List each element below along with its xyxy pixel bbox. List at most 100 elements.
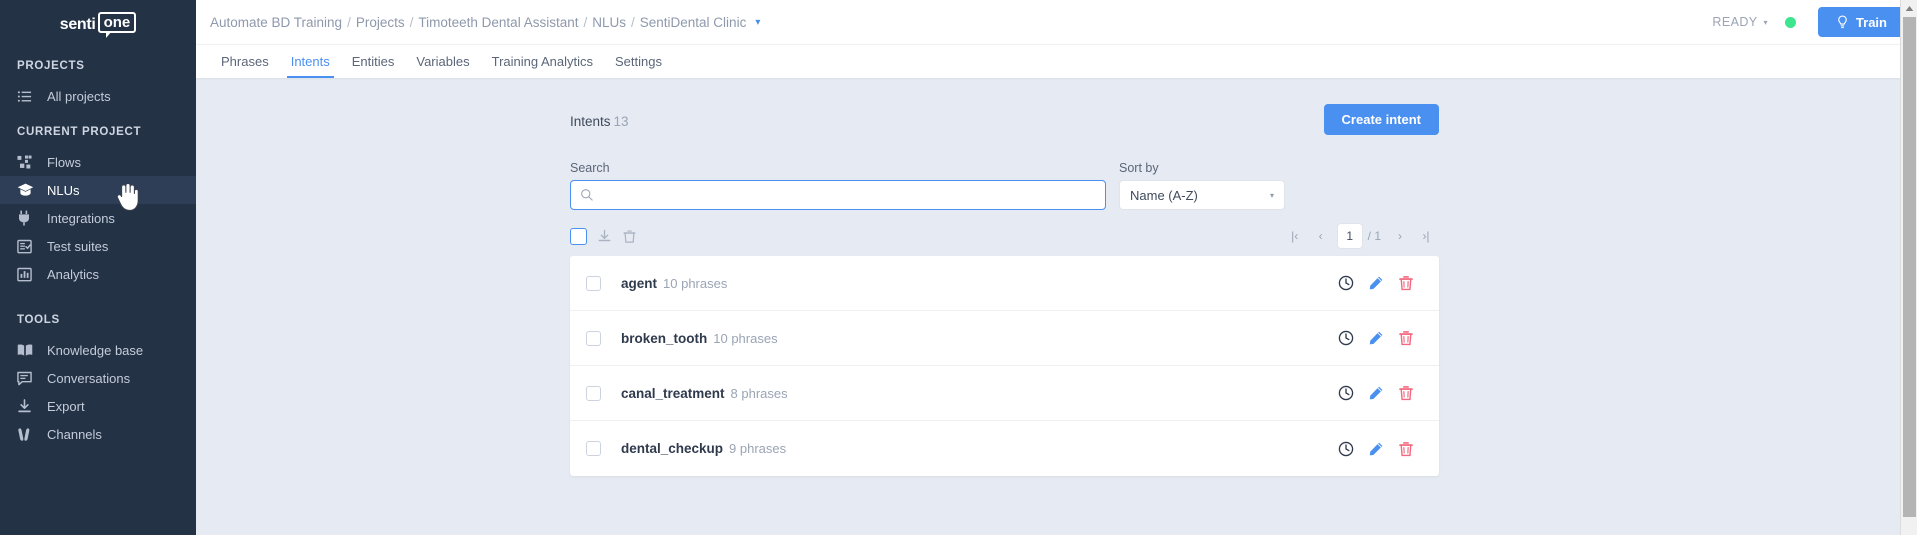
- tab-training-analytics[interactable]: Training Analytics: [481, 45, 604, 78]
- row-actions: [1338, 275, 1414, 291]
- clipboard-check-icon: [17, 237, 39, 255]
- breadcrumb-item[interactable]: SentiDental Clinic: [640, 15, 747, 30]
- sidebar-item-nlus[interactable]: NLUs: [0, 176, 196, 204]
- pencil-icon[interactable]: [1368, 330, 1384, 346]
- sidebar-item-flows[interactable]: Flows: [0, 148, 196, 176]
- bar-chart-icon: [17, 265, 39, 283]
- sidebar-item-channels[interactable]: Channels: [0, 420, 196, 448]
- sidebar-section-title: CURRENT PROJECT: [17, 126, 142, 138]
- sidebar-item-export[interactable]: Export: [0, 392, 196, 420]
- tab-phrases[interactable]: Phrases: [210, 45, 280, 78]
- pagination-first[interactable]: |‹: [1282, 223, 1308, 249]
- search-input[interactable]: [600, 187, 1096, 203]
- intent-phrase-count: 10 phrases: [713, 330, 778, 346]
- pagination-prev[interactable]: ‹: [1308, 223, 1334, 249]
- chevron-down-icon: ▾: [1269, 190, 1274, 200]
- sidebar-item-label: Conversations: [47, 370, 131, 386]
- train-button[interactable]: Train: [1817, 7, 1905, 37]
- sidebar-nav: PROJECTS All projects CURRENT PROJECT Flows…: [0, 58, 196, 448]
- main-area: Automate BD Training / Projects / Timoteeth …: [196, 0, 1917, 535]
- pencil-icon[interactable]: [1368, 275, 1384, 291]
- row-actions: [1338, 330, 1414, 346]
- pencil-icon[interactable]: [1368, 441, 1384, 457]
- sidebar-section-title: TOOLS: [17, 314, 60, 326]
- intent-row[interactable]: broken_tooth 10 phrases: [570, 311, 1439, 366]
- sidebar-item-conversations[interactable]: Conversations: [0, 364, 196, 392]
- chat-icon: [17, 369, 39, 387]
- pagination: |‹ ‹ / 1 › ›|: [1282, 223, 1439, 249]
- sort-label: Sort by: [1119, 161, 1159, 175]
- chevron-down-icon: ▾: [1763, 17, 1768, 27]
- sidebar-item-label: Test suites: [47, 238, 109, 254]
- trash-icon[interactable]: [1398, 385, 1414, 401]
- breadcrumb-item[interactable]: NLUs: [592, 15, 626, 30]
- search-field: Search: [570, 161, 1106, 210]
- trash-icon[interactable]: [1398, 441, 1414, 457]
- app-logo[interactable]: senti one: [0, 0, 196, 44]
- select-all-checkbox[interactable]: [570, 227, 587, 245]
- tab-settings[interactable]: Settings: [604, 45, 673, 78]
- delete-icon[interactable]: [622, 229, 637, 244]
- sort-select[interactable]: Name (A-Z) ▾: [1119, 180, 1285, 210]
- intent-phrase-count: 10 phrases: [663, 275, 728, 291]
- page-scrollbar[interactable]: [1900, 0, 1917, 535]
- row-actions: [1338, 441, 1414, 457]
- top-bar-right: READY ▾ Train: [1712, 7, 1917, 37]
- page-title: Intents 13: [570, 104, 629, 129]
- clock-history-icon[interactable]: [1338, 275, 1354, 291]
- breadcrumb-chevron-down-icon[interactable]: ▾: [755, 17, 760, 28]
- search-icon: [580, 188, 594, 202]
- pagination-total: / 1: [1367, 229, 1381, 243]
- breadcrumb-separator: /: [631, 14, 635, 30]
- search-box[interactable]: [570, 180, 1106, 210]
- logo-text-primary: senti: [59, 15, 96, 33]
- filters-row: Search Sort by Name (A-Z) ▾: [570, 161, 1439, 210]
- breadcrumb-item[interactable]: Timoteeth Dental Assistant: [418, 15, 578, 30]
- panel-header: Intents 13 Create intent: [570, 104, 1439, 152]
- sidebar-item-analytics[interactable]: Analytics: [0, 260, 196, 288]
- pagination-page-input[interactable]: [1336, 223, 1363, 249]
- pagination-next[interactable]: ›: [1387, 223, 1413, 249]
- clock-history-icon[interactable]: [1338, 385, 1354, 401]
- row-checkbox[interactable]: [586, 330, 601, 346]
- intent-row[interactable]: dental_checkup 9 phrases: [570, 421, 1439, 476]
- pencil-icon[interactable]: [1368, 385, 1384, 401]
- book-icon: [17, 341, 39, 359]
- clock-history-icon[interactable]: [1338, 330, 1354, 346]
- tab-intents[interactable]: Intents: [280, 45, 341, 78]
- download-icon[interactable]: [597, 229, 612, 244]
- status-label: READY: [1712, 15, 1758, 29]
- clock-history-icon[interactable]: [1338, 441, 1354, 457]
- sidebar-item-test-suites[interactable]: Test suites: [0, 232, 196, 260]
- status-indicator-dot: [1784, 16, 1796, 28]
- list-toolbar: |‹ ‹ / 1 › ›|: [570, 222, 1439, 250]
- row-checkbox[interactable]: [586, 275, 601, 291]
- sidebar-item-all-projects[interactable]: All projects: [0, 82, 196, 110]
- trash-icon[interactable]: [1398, 275, 1414, 291]
- sidebar-item-knowledge-base[interactable]: Knowledge base: [0, 336, 196, 364]
- search-label: Search: [570, 161, 610, 175]
- create-intent-button[interactable]: Create intent: [1323, 104, 1439, 135]
- intent-row[interactable]: agent 10 phrases: [570, 256, 1439, 311]
- train-button-label: Train: [1855, 14, 1887, 30]
- tab-variables[interactable]: Variables: [405, 45, 480, 78]
- intent-row[interactable]: canal_treatment 8 phrases: [570, 366, 1439, 421]
- tab-entities[interactable]: Entities: [341, 45, 406, 78]
- channels-icon: [17, 425, 39, 443]
- scrollbar-thumb[interactable]: [1903, 17, 1916, 517]
- sidebar-item-label: All projects: [47, 88, 111, 104]
- breadcrumb-item[interactable]: Projects: [356, 15, 405, 30]
- breadcrumb-item[interactable]: Automate BD Training: [210, 15, 342, 30]
- tab-bar: Phrases Intents Entities Variables Training …: [196, 44, 1917, 78]
- row-checkbox[interactable]: [586, 441, 601, 456]
- row-checkbox[interactable]: [586, 385, 601, 401]
- pagination-last[interactable]: ›|: [1413, 223, 1439, 249]
- content-area: Intents 13 Create intent Search Sort by …: [196, 78, 1917, 535]
- breadcrumb-separator: /: [409, 14, 414, 30]
- trash-icon[interactable]: [1398, 330, 1414, 346]
- sidebar-item-integrations[interactable]: Integrations: [0, 204, 196, 232]
- scrollbar-up-arrow[interactable]: [1901, 0, 1917, 17]
- intent-phrase-count: 8 phrases: [730, 385, 788, 401]
- status-dropdown[interactable]: READY ▾: [1712, 15, 1768, 29]
- sidebar-item-label: NLUs: [47, 182, 80, 198]
